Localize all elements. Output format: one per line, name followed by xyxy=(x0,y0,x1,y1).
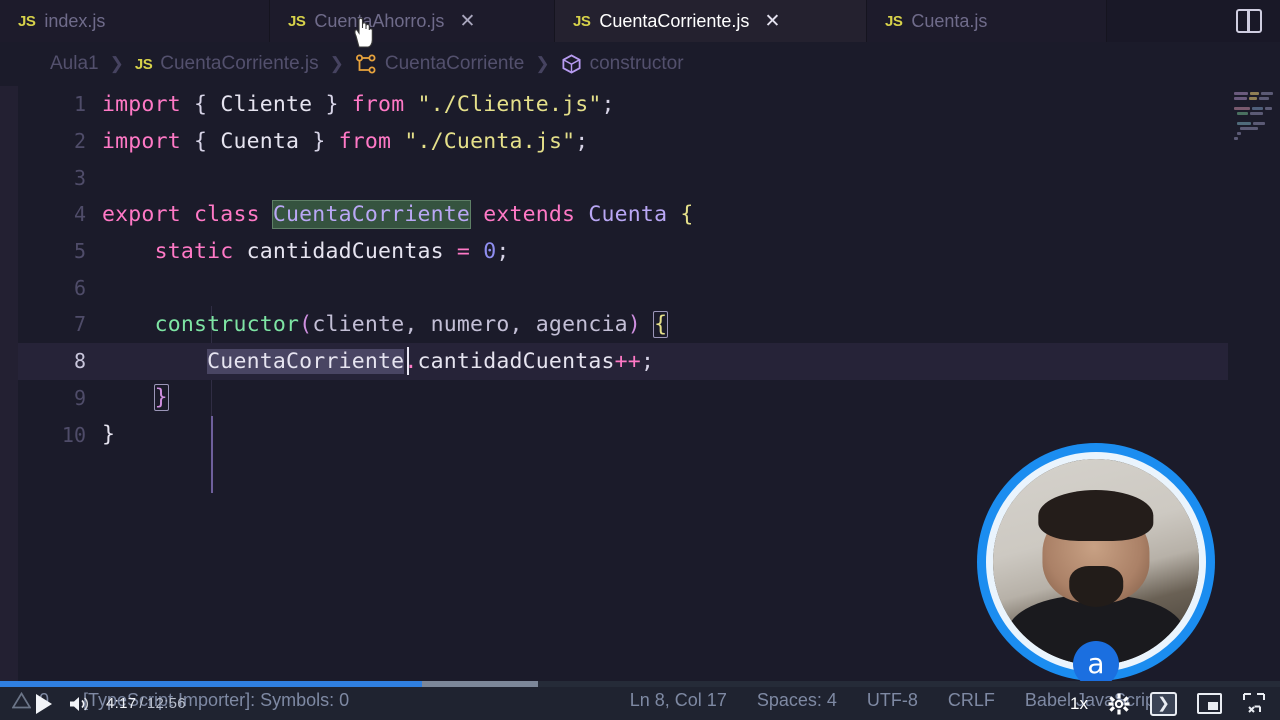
minimap-line xyxy=(1261,92,1273,95)
js-file-icon: JS xyxy=(573,12,591,30)
bracket-match: } xyxy=(153,384,169,412)
minimap-line xyxy=(1237,132,1241,135)
line-number: 8 xyxy=(73,349,86,374)
tab-label: CuentaCorriente.js xyxy=(599,10,750,31)
line-number: 6 xyxy=(73,275,86,300)
webcam-video xyxy=(986,452,1206,672)
word-occurrence-highlight: CuentaCorriente xyxy=(207,348,405,374)
minimap-line xyxy=(1234,107,1250,110)
line-number: 1 xyxy=(73,92,86,117)
minimap-line xyxy=(1234,97,1247,100)
chevron-right-icon: ❯ xyxy=(329,54,344,73)
line-content: import { Cliente } from "./Cliente.js"; xyxy=(102,91,615,117)
code-line: 5 static cantidadCuentas = 0; xyxy=(18,233,1280,270)
minimap-line xyxy=(1234,137,1238,140)
line-number: 10 xyxy=(61,422,86,447)
js-file-icon: JS xyxy=(18,12,36,30)
match-highlight: CuentaCorriente xyxy=(271,199,472,229)
chevron-right-icon: ❯ xyxy=(535,54,550,73)
line-content: constructor(cliente, numero, agencia) { xyxy=(154,310,669,338)
video-player-controls: 4:17/12:56 1x ❯ xyxy=(0,681,1280,720)
editor-actions xyxy=(1236,0,1280,42)
current-time: 4:17 xyxy=(106,695,137,712)
js-file-icon: JS xyxy=(885,12,903,30)
tab-cuentacorriente-js[interactable]: JS CuentaCorriente.js ✕ xyxy=(555,0,867,42)
minimap-line xyxy=(1250,112,1263,115)
webcam-overlay: a xyxy=(977,443,1215,687)
line-content: static cantidadCuentas = 0; xyxy=(154,238,510,264)
close-icon[interactable]: ✕ xyxy=(459,12,475,31)
playback-time: 4:17/12:56 xyxy=(106,695,186,712)
volume-icon[interactable] xyxy=(68,694,90,714)
minimap-line xyxy=(1259,97,1269,100)
minimap-line xyxy=(1265,107,1272,110)
minimap-line xyxy=(1237,122,1251,125)
breadcrumb-item-folder[interactable]: Aula1 xyxy=(50,53,99,75)
vscode-window: JS index.js ✕ JS CuentaAhorro.js ✕ JS Cu… xyxy=(0,0,1280,720)
minimap-line xyxy=(1249,97,1257,100)
play-button[interactable] xyxy=(36,693,52,714)
breadcrumb-item-method[interactable]: constructor xyxy=(561,53,684,75)
js-file-icon: JS xyxy=(288,12,306,30)
line-number: 5 xyxy=(73,239,86,264)
line-number: 2 xyxy=(73,129,86,154)
code-line: 9 } xyxy=(18,380,1280,417)
line-number: 9 xyxy=(73,385,86,410)
editor-left-strip xyxy=(0,86,18,681)
code-line-current: 8 CuentaCorriente.cantidadCuentas++; xyxy=(18,342,1280,380)
settings-gear-icon[interactable] xyxy=(1108,693,1130,715)
tab-index-js[interactable]: JS index.js ✕ xyxy=(0,0,270,42)
code-line: 3 xyxy=(18,159,1280,196)
breadcrumb: Aula1 ❯ JS CuentaCorriente.js ❯ CuentaCo… xyxy=(0,42,1280,86)
breadcrumb-item-class[interactable]: CuentaCorriente xyxy=(355,53,524,75)
chevron-right-icon: ❯ xyxy=(109,54,124,73)
line-content: CuentaCorriente.cantidadCuentas++; xyxy=(207,348,655,374)
code-line: 2 import { Cuenta } from "./Cuenta.js"; xyxy=(18,123,1280,160)
tab-label: index.js xyxy=(44,10,106,31)
next-video-icon[interactable]: ❯ xyxy=(1150,691,1177,716)
total-time: 12:56 xyxy=(146,695,186,712)
method-icon xyxy=(561,53,582,75)
js-file-icon: JS xyxy=(134,55,153,73)
minimap-line xyxy=(1253,122,1265,125)
editor-tab-bar: JS index.js ✕ JS CuentaAhorro.js ✕ JS Cu… xyxy=(0,0,1280,42)
tab-label: Cuenta.js xyxy=(911,10,988,31)
tab-cuentaahorro-js[interactable]: JS CuentaAhorro.js ✕ xyxy=(270,0,555,42)
line-content: import { Cuenta } from "./Cuenta.js"; xyxy=(102,128,589,154)
minimap-line xyxy=(1234,92,1248,95)
playback-speed-button[interactable]: 1x xyxy=(1070,694,1088,714)
picture-in-picture-icon[interactable] xyxy=(1197,693,1222,714)
bracket-match: { xyxy=(653,310,669,338)
code-line: 6 xyxy=(18,269,1280,306)
minimap-line xyxy=(1252,107,1263,110)
code-line: 1 import { Cliente } from "./Cliente.js"… xyxy=(18,86,1280,123)
split-editor-icon[interactable] xyxy=(1236,9,1262,33)
line-content: } xyxy=(102,384,169,412)
breadcrumb-label: constructor xyxy=(589,53,684,74)
close-icon[interactable]: ✕ xyxy=(764,12,780,31)
line-content: } xyxy=(102,422,116,448)
line-number: 4 xyxy=(73,202,86,227)
tab-label: CuentaAhorro.js xyxy=(314,10,445,31)
breadcrumb-item-file[interactable]: JS CuentaCorriente.js xyxy=(135,53,319,75)
breadcrumb-label: CuentaCorriente xyxy=(384,53,525,74)
class-icon xyxy=(355,54,377,74)
minimap-line xyxy=(1240,127,1258,130)
fullscreen-icon[interactable] xyxy=(1242,692,1266,715)
code-line: 7 constructor(cliente, numero, agencia) … xyxy=(18,306,1280,343)
tab-cuenta-js[interactable]: JS Cuenta.js ✕ xyxy=(867,0,1107,42)
code-line: 4 export class CuentaCorriente extends C… xyxy=(18,196,1280,233)
line-number: 7 xyxy=(73,312,86,337)
breadcrumb-label: CuentaCorriente.js xyxy=(160,53,319,74)
minimap[interactable] xyxy=(1228,86,1280,681)
time-separator: / xyxy=(139,695,144,712)
breadcrumb-label: Aula1 xyxy=(50,53,99,74)
line-content: export class CuentaCorriente extends Cue… xyxy=(102,199,694,229)
line-number: 3 xyxy=(73,165,86,190)
minimap-line xyxy=(1250,92,1259,95)
minimap-line xyxy=(1237,112,1248,115)
